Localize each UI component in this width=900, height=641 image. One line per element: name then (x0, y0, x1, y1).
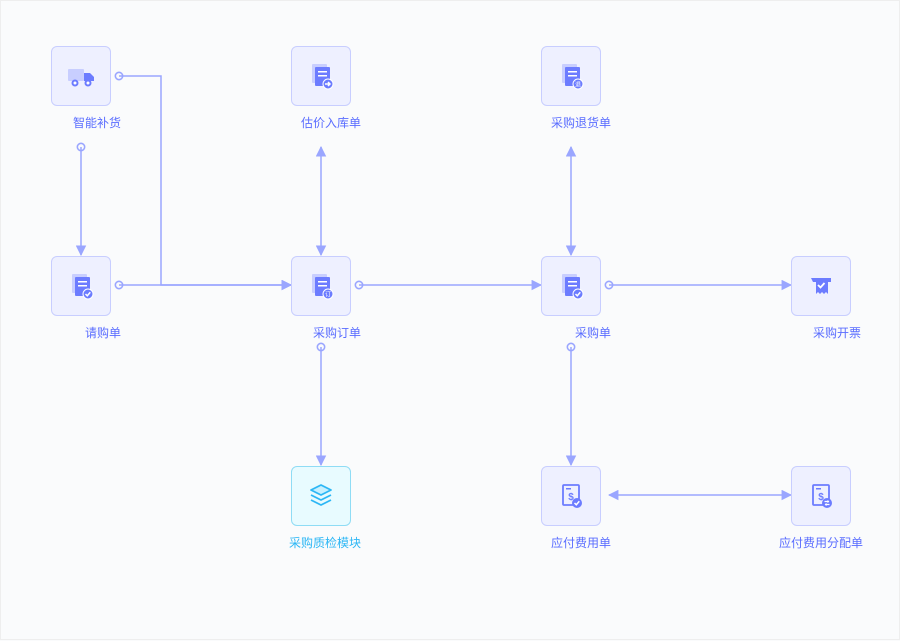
node-payable-expense[interactable]: $ 应付费用单 (531, 466, 611, 552)
node-purchase-request[interactable]: 请购单 (41, 256, 121, 342)
doc-money-swap-icon: $ (791, 466, 851, 526)
node-label: 智能补货 (73, 115, 121, 132)
node-label: 应付费用分配单 (779, 535, 863, 552)
svg-text:订: 订 (325, 292, 331, 299)
node-qc-module[interactable]: 采购质检模块 (281, 466, 361, 552)
doc-order-icon: 订 (291, 256, 351, 316)
node-label: 采购单 (575, 325, 611, 342)
node-label: 采购订单 (313, 325, 361, 342)
node-estimate-receipt[interactable]: 估价入库单 (281, 46, 361, 132)
node-label: 请购单 (85, 325, 121, 342)
node-payable-allocation[interactable]: $ 应付费用分配单 (781, 466, 861, 552)
doc-check-icon (51, 256, 111, 316)
node-smart-restock[interactable]: 智能补货 (41, 46, 121, 132)
layers-icon (291, 466, 351, 526)
svg-text:退: 退 (575, 81, 581, 89)
node-label: 应付费用单 (551, 535, 611, 552)
node-label: 采购退货单 (551, 115, 611, 132)
node-purchase-return[interactable]: 退 采购退货单 (531, 46, 611, 132)
truck-icon (51, 46, 111, 106)
doc-return-icon: 退 (541, 46, 601, 106)
receipt-icon (791, 256, 851, 316)
node-label: 采购开票 (813, 325, 861, 342)
doc-money-check-icon: $ (541, 466, 601, 526)
node-purchase-invoice[interactable]: 采购开票 (781, 256, 861, 342)
node-label: 采购质检模块 (289, 535, 361, 552)
flow-connectors (1, 1, 900, 641)
doc-arrow-icon (291, 46, 351, 106)
doc-check-icon (541, 256, 601, 316)
node-label: 估价入库单 (301, 115, 361, 132)
node-purchase-order[interactable]: 订 采购订单 (281, 256, 361, 342)
node-purchase-bill[interactable]: 采购单 (531, 256, 611, 342)
